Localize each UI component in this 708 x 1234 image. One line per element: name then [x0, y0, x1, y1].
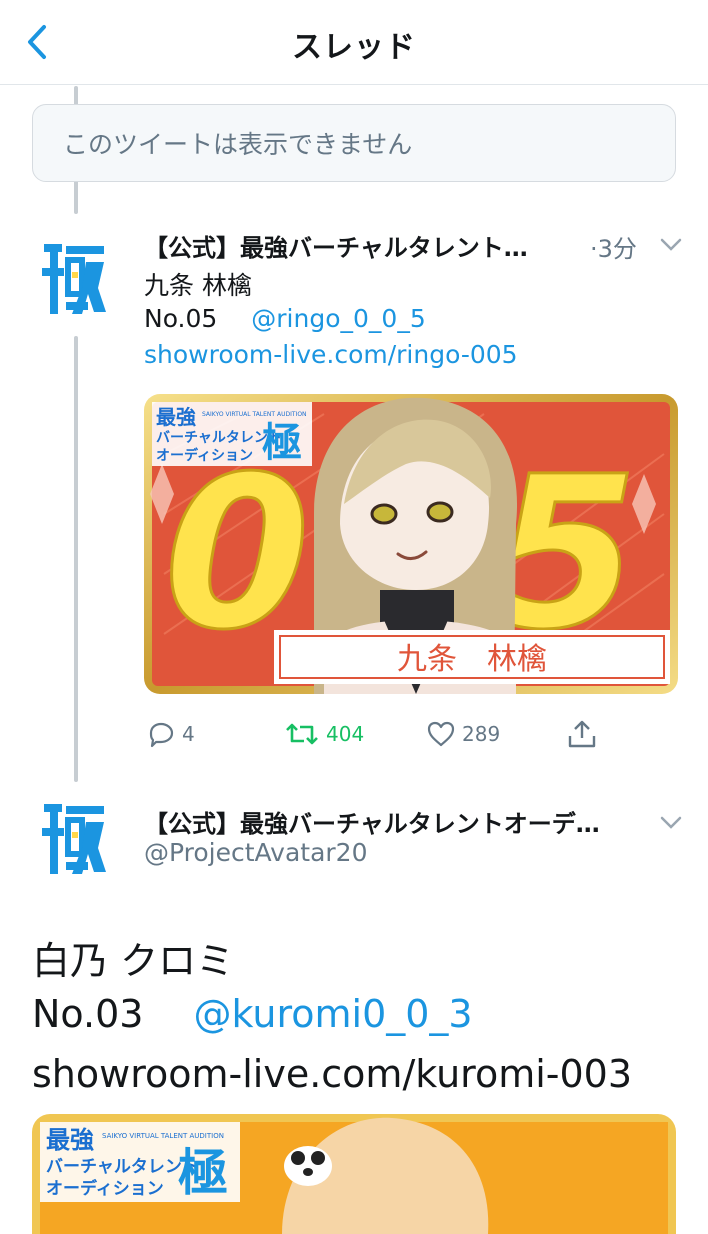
- tweet-media-card[interactable]: 0 5 九条 林檎 最強 SAIKYO VIRTUAL TALENT AUDIT…: [144, 394, 678, 694]
- tweet-number: No.03: [32, 992, 144, 1036]
- audition-card-image: 0 5 九条 林檎 最強 SAIKYO VIRTUAL TALENT AUDIT…: [144, 394, 678, 694]
- logo-kanji-text: 極: [178, 1144, 228, 1202]
- unavailable-tweet-notice: このツイートは表示できません: [32, 104, 676, 182]
- chevron-down-icon[interactable]: [660, 816, 682, 830]
- retweet-icon: [286, 723, 318, 745]
- logo-bottom-text: オーディション: [156, 447, 253, 464]
- avatar[interactable]: [42, 800, 108, 880]
- name-plate-text: 九条 林檎: [397, 642, 547, 677]
- like-count: 289: [462, 722, 501, 746]
- reply-count: 4: [182, 722, 195, 746]
- logo-bottom-text: オーディション: [46, 1178, 164, 1199]
- tweet-body-line: 九条 林檎: [144, 271, 252, 300]
- heart-icon: [427, 721, 455, 747]
- url-link[interactable]: showroom-live.com/ringo-005: [144, 340, 518, 369]
- mention-link[interactable]: @kuromi0_0_3: [194, 992, 473, 1036]
- tweet-body-number: No.05 @ringo_0_0_5: [144, 304, 426, 333]
- tweet-number: No.05: [144, 304, 218, 333]
- logo-small-text: SAIKYO VIRTUAL TALENT AUDITION: [102, 1132, 224, 1140]
- thread-connector: [74, 336, 78, 782]
- url-link[interactable]: showroom-live.com/kuromi-003: [32, 1052, 632, 1096]
- like-button[interactable]: 289: [426, 718, 500, 750]
- reply-button[interactable]: 4: [146, 718, 195, 750]
- retweet-count: 404: [326, 722, 365, 746]
- tweet-author-name[interactable]: 【公式】最強バーチャルタレントオーデ…: [144, 804, 600, 839]
- tweet-author-handle[interactable]: @ProjectAvatar20: [144, 838, 368, 867]
- tweet-timestamp: ·3分: [590, 235, 637, 263]
- logo-small-text: SAIKYO VIRTUAL TALENT AUDITION: [202, 411, 307, 418]
- tweet-author-name[interactable]: 【公式】最強バーチャルタレント…: [144, 228, 528, 263]
- logo-top-text: 最強: [156, 405, 196, 429]
- retweet-button[interactable]: 404: [284, 718, 364, 750]
- tweet-body-number: No.03 @kuromi0_0_3: [32, 992, 473, 1036]
- mention-link[interactable]: @ringo_0_0_5: [251, 304, 425, 333]
- chevron-down-icon[interactable]: [660, 238, 682, 252]
- page-title: スレッド: [292, 30, 416, 65]
- logo-top-text: 最強: [46, 1126, 94, 1154]
- audition-card-image: 最強 SAIKYO VIRTUAL TALENT AUDITION バーチャルタ…: [32, 1114, 676, 1234]
- unavailable-text: このツイートは表示できません: [63, 130, 413, 159]
- reply-icon: [149, 722, 174, 748]
- share-icon: [568, 720, 596, 748]
- avatar[interactable]: [42, 240, 108, 320]
- nav-header: スレッド: [0, 0, 708, 85]
- tweet-body-line: 白乃 クロミ: [32, 939, 235, 983]
- logo-mid-text: バーチャルタレント: [46, 1157, 199, 1177]
- share-button[interactable]: [566, 718, 598, 750]
- logo-kanji-text: 極: [262, 420, 302, 466]
- tweet-media-card[interactable]: 最強 SAIKYO VIRTUAL TALENT AUDITION バーチャルタ…: [32, 1114, 676, 1234]
